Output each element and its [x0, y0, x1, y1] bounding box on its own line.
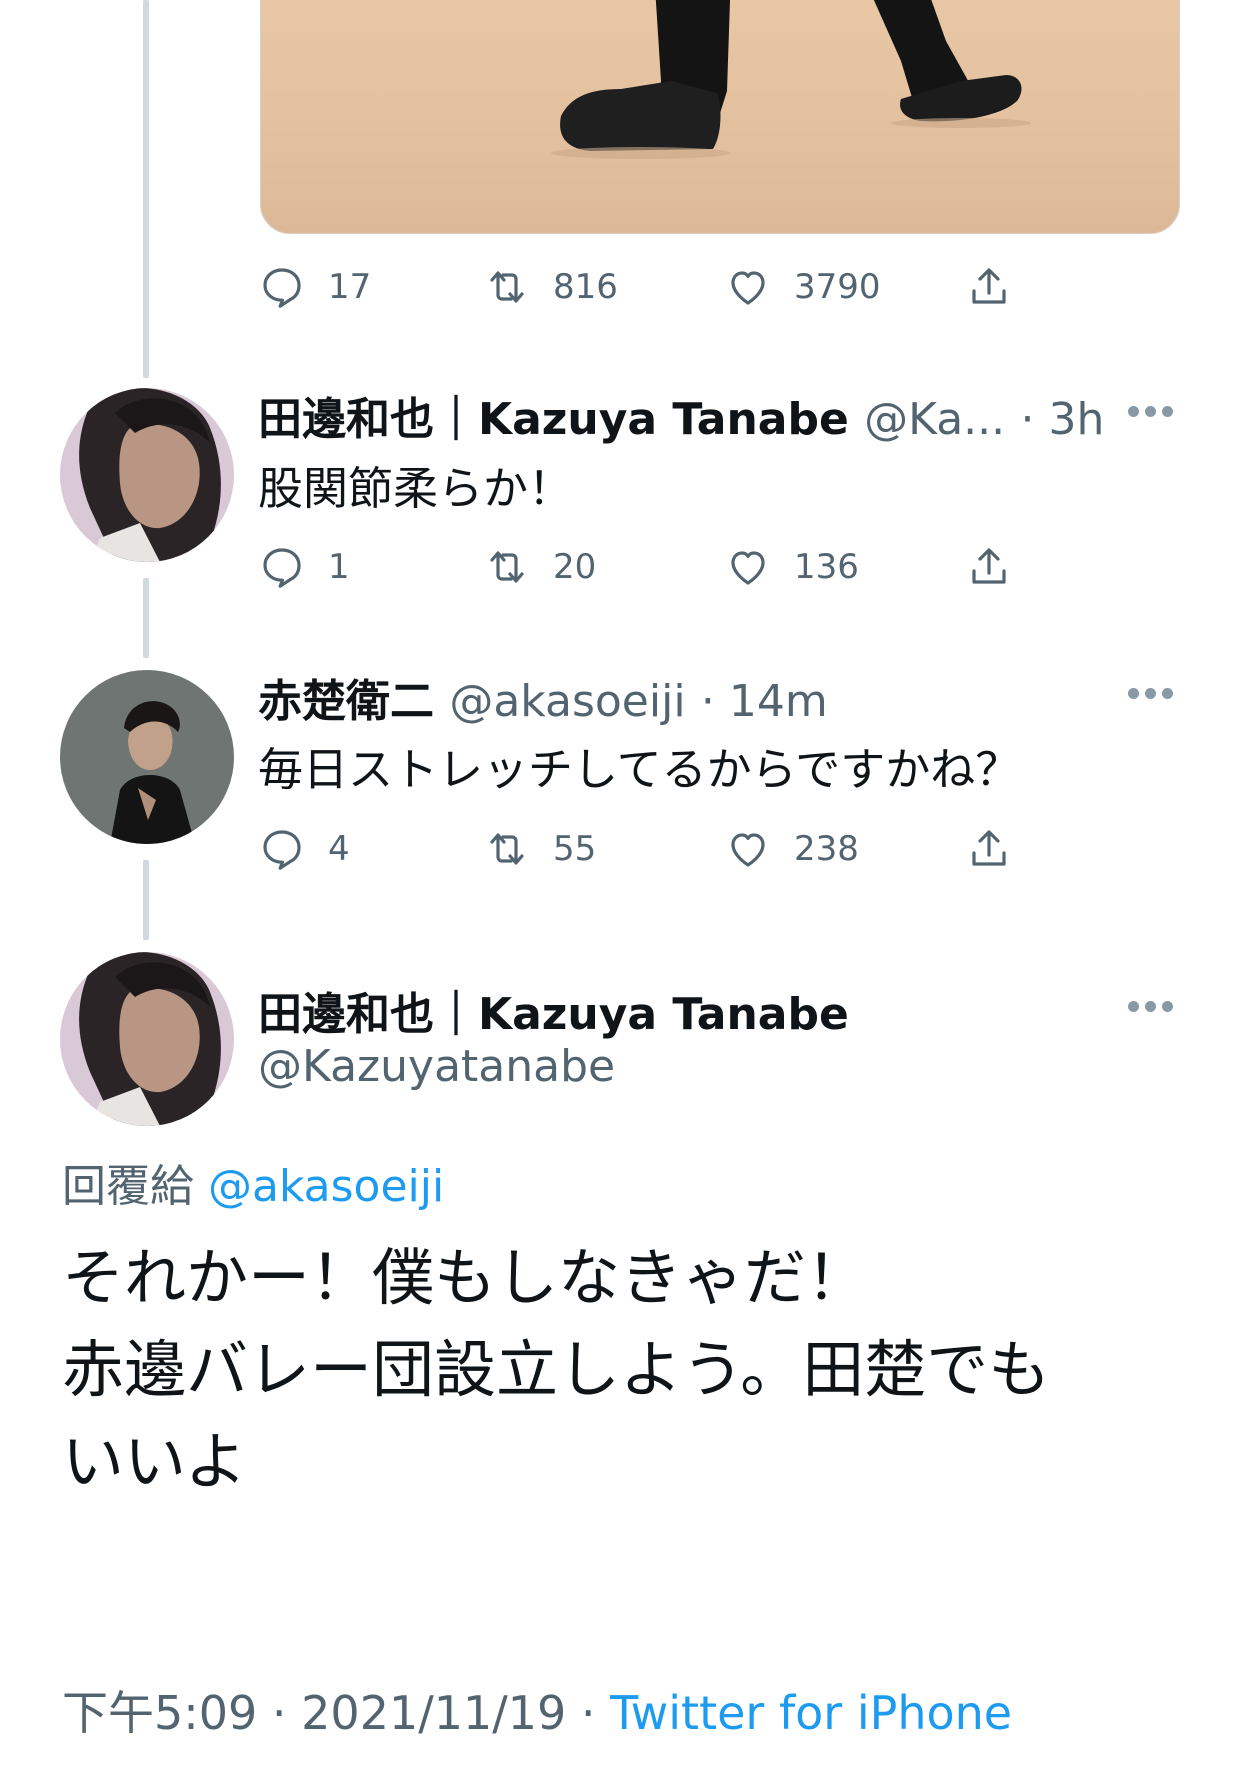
reply-button[interactable]: 17 — [258, 257, 371, 317]
retweet-icon — [490, 551, 524, 583]
text-line: 赤邊バレー団設立しよう。田楚でも — [62, 1333, 1051, 1406]
more-icon[interactable] — [1128, 1001, 1174, 1015]
like-button[interactable]: 136 — [724, 537, 859, 597]
reply-button[interactable]: 1 — [258, 537, 350, 597]
like-icon — [731, 833, 765, 867]
avatar-akaso-eiji — [60, 670, 234, 844]
like-button[interactable]: 238 — [724, 819, 859, 879]
replying-to-link[interactable]: @akasoeiji — [208, 1161, 444, 1212]
reply-icon — [263, 268, 301, 308]
share-icon — [972, 548, 1006, 584]
like-count: 136 — [794, 547, 859, 587]
share-button[interactable] — [965, 257, 1013, 317]
reply-count: 1 — [328, 547, 350, 587]
share-icon — [972, 268, 1006, 304]
reply-count: 4 — [328, 829, 350, 869]
reply-button[interactable]: 4 — [258, 819, 350, 879]
replying-label: 回覆給 — [62, 1161, 194, 1212]
retweet-icon — [490, 833, 524, 865]
tweet-actions: 4 55 238 — [258, 819, 1058, 879]
handle[interactable]: @Ka... — [864, 394, 1005, 445]
tweet-author-line: 田邊和也｜Kazuya Tanabe @Ka... · 3h — [258, 383, 1104, 447]
main-tweet-text: それかー！僕もしなきゃだ！ 赤邊バレー団設立しよう。田楚でも いいよ — [62, 1232, 1050, 1508]
reply-icon — [263, 830, 301, 870]
avatar[interactable] — [60, 388, 234, 562]
text-line: いいよ — [62, 1425, 247, 1498]
share-button[interactable] — [965, 819, 1013, 879]
tweet-author-line: 赤楚衛二 @akasoeiji · 14m — [258, 665, 828, 729]
display-name[interactable]: 田邊和也｜Kazuya Tanabe — [258, 394, 849, 445]
handle[interactable]: @Kazuyatanabe — [258, 1041, 615, 1092]
text-line: それかー！僕もしなきゃだ！ — [62, 1241, 869, 1314]
tweet-time[interactable]: · 3h — [1020, 394, 1104, 445]
like-count: 3790 — [794, 267, 881, 307]
like-icon — [731, 551, 765, 585]
tweet-time[interactable]: · 14m — [701, 676, 828, 727]
reply-count: 17 — [328, 267, 372, 307]
thread-line — [143, 860, 149, 940]
tweet-text: 毎日ストレッチしてるからですかね？ — [258, 743, 1021, 796]
share-button[interactable] — [965, 537, 1013, 597]
more-icon[interactable] — [1128, 406, 1174, 420]
tweet-actions: 1 20 136 — [258, 537, 1058, 597]
media-photo — [551, 0, 1031, 159]
thread-line — [143, 0, 149, 378]
reply-icon — [263, 548, 301, 588]
more-icon[interactable] — [1128, 688, 1174, 702]
retweet-button[interactable]: 55 — [483, 819, 596, 879]
thread-line — [143, 578, 149, 658]
share-icon — [972, 830, 1006, 866]
avatar-kazuya-tanabe — [60, 388, 234, 562]
avatar-kazuya-tanabe — [60, 952, 234, 1126]
tweet-text: 股関節柔らか！ — [258, 462, 574, 515]
retweet-count: 55 — [553, 829, 597, 869]
avatar[interactable] — [60, 670, 234, 844]
retweet-icon — [490, 271, 524, 303]
display-name[interactable]: 赤楚衛二 — [258, 676, 434, 727]
source-link[interactable]: Twitter for iPhone — [610, 1686, 1012, 1740]
display-name[interactable]: 田邊和也｜Kazuya Tanabe — [258, 978, 849, 1042]
timestamp-text[interactable]: 下午5:09 · 2021/11/19 · — [62, 1686, 610, 1740]
retweet-count: 816 — [553, 267, 618, 307]
retweet-count: 20 — [553, 547, 597, 587]
tweet-media-image[interactable] — [260, 0, 1180, 234]
tweet-actions: 17 816 3790 — [258, 257, 1058, 317]
handle[interactable]: @akasoeiji — [449, 676, 685, 727]
replying-to: 回覆給 @akasoeiji — [62, 1150, 444, 1214]
retweet-button[interactable]: 20 — [483, 537, 596, 597]
like-icon — [731, 271, 765, 305]
tweet-timestamp: 下午5:09 · 2021/11/19 · Twitter for iPhone — [62, 1677, 1012, 1743]
retweet-button[interactable]: 816 — [483, 257, 618, 317]
avatar[interactable] — [60, 952, 234, 1126]
like-button[interactable]: 3790 — [724, 257, 881, 317]
like-count: 238 — [794, 829, 859, 869]
